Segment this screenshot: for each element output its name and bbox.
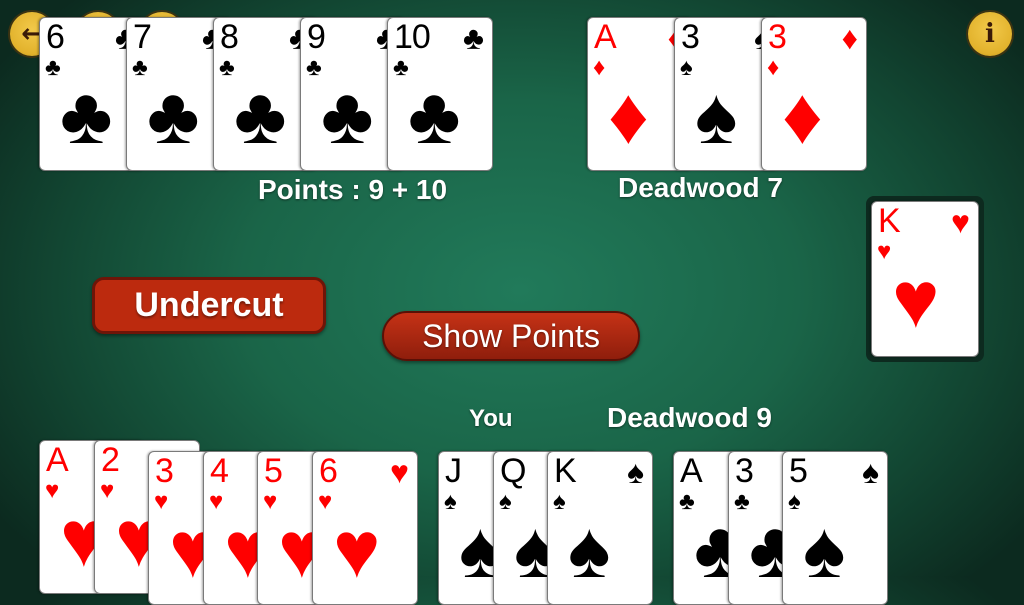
card-suit-large-icon: ♦ xyxy=(608,71,649,160)
player-name-label: You xyxy=(469,405,513,432)
card-suit-small-icon: ♣ xyxy=(306,54,322,81)
player-card[interactable]: 5 ♠ ♠ ♠ xyxy=(782,451,888,605)
card-rank: 3 xyxy=(681,18,700,56)
card-suit-small-icon: ♥ xyxy=(45,477,60,504)
card-suit-large-icon: ♣ xyxy=(147,71,200,160)
show-points-button[interactable]: Show Points xyxy=(382,311,640,361)
card-suit-large-icon: ♠ xyxy=(803,505,846,594)
card-suit-large-icon: ♥ xyxy=(333,505,381,594)
card-rank: 5 xyxy=(789,452,808,490)
card-suit-large-icon: ♣ xyxy=(60,71,113,160)
player-card[interactable]: K ♠ ♠ ♠ xyxy=(547,451,653,605)
card-suit-large-icon: ♠ xyxy=(568,505,611,594)
card-rank: 6 xyxy=(46,18,65,56)
opponent-card[interactable]: 10 ♣ ♣ ♣ xyxy=(387,17,493,171)
card-suit-small-icon: ♥ xyxy=(263,488,278,515)
undercut-button[interactable]: Undercut xyxy=(92,277,326,334)
opponent-card[interactable]: 3 ♦ ♦ ♦ xyxy=(761,17,867,171)
card-suit-large-icon: ♣ xyxy=(321,71,374,160)
card-rank: 2 xyxy=(101,441,120,479)
card-rank: A xyxy=(680,452,703,490)
card-rank: 10 xyxy=(394,18,431,56)
card-suit-small-icon: ♠ xyxy=(499,488,512,515)
card-suit-small-icon: ♥ xyxy=(100,477,115,504)
card-rank: 7 xyxy=(133,18,152,56)
discard-card[interactable]: K ♥ ♥ ♥ xyxy=(871,201,979,357)
info-button[interactable]: i xyxy=(968,12,1012,56)
card-rank: 9 xyxy=(307,18,326,56)
card-rank: 4 xyxy=(210,452,229,490)
card-suit-large-icon: ♠ xyxy=(695,71,738,160)
card-suit-corner-icon: ♣ xyxy=(463,20,484,56)
card-suit-large-icon: ♥ xyxy=(892,255,940,344)
card-suit-small-icon: ♥ xyxy=(318,488,333,515)
card-suit-corner-icon: ♥ xyxy=(951,204,970,240)
info-icon: i xyxy=(985,19,995,49)
card-suit-small-icon: ♥ xyxy=(209,488,224,515)
card-suit-small-icon: ♥ xyxy=(877,238,892,265)
card-suit-small-icon: ♣ xyxy=(45,54,61,81)
card-suit-small-icon: ♥ xyxy=(154,488,169,515)
card-rank: A xyxy=(594,18,617,56)
card-suit-small-icon: ♣ xyxy=(679,488,695,515)
card-rank: Q xyxy=(500,452,526,490)
card-suit-corner-icon: ♠ xyxy=(627,454,644,490)
card-rank: 3 xyxy=(735,452,754,490)
opponent-points-label: Points : 9 + 10 xyxy=(258,174,448,205)
card-suit-small-icon: ♦ xyxy=(767,54,780,81)
card-suit-small-icon: ♣ xyxy=(734,488,750,515)
card-rank: K xyxy=(554,452,577,490)
card-rank: 8 xyxy=(220,18,239,56)
card-suit-small-icon: ♠ xyxy=(553,488,566,515)
card-suit-small-icon: ♣ xyxy=(393,54,409,81)
card-rank: J xyxy=(445,452,462,490)
card-suit-small-icon: ♠ xyxy=(444,488,457,515)
card-rank: 3 xyxy=(155,452,174,490)
card-rank: 5 xyxy=(264,452,283,490)
card-suit-corner-icon: ♦ xyxy=(841,20,858,56)
card-suit-small-icon: ♦ xyxy=(593,54,606,81)
card-suit-corner-icon: ♠ xyxy=(862,454,879,490)
card-rank: 3 xyxy=(768,18,787,56)
card-suit-small-icon: ♣ xyxy=(219,54,235,81)
card-suit-large-icon: ♣ xyxy=(408,71,461,160)
card-suit-small-icon: ♠ xyxy=(788,488,801,515)
opponent-deadwood-label: Deadwood 7 xyxy=(618,172,783,203)
card-rank: K xyxy=(878,202,901,240)
card-rank: A xyxy=(46,441,69,479)
card-suit-corner-icon: ♥ xyxy=(390,454,409,490)
card-suit-large-icon: ♦ xyxy=(782,71,823,160)
card-suit-small-icon: ♣ xyxy=(132,54,148,81)
card-suit-large-icon: ♣ xyxy=(234,71,287,160)
card-suit-small-icon: ♠ xyxy=(680,54,693,81)
player-card[interactable]: 6 ♥ ♥ ♥ xyxy=(312,451,418,605)
player-deadwood-label: Deadwood 9 xyxy=(607,402,772,433)
card-rank: 6 xyxy=(319,452,338,490)
